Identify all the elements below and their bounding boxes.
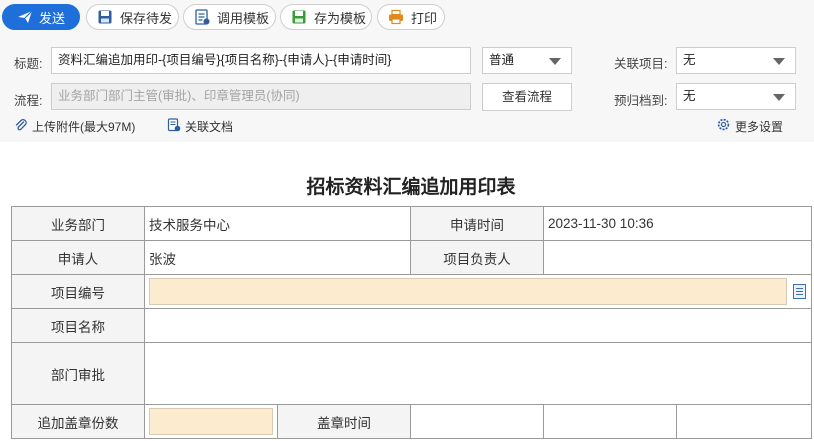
save-template-icon [291,9,307,25]
empty-cell [543,404,677,439]
toolbar: 发送 保存待发 调用模板 存为模板 打印 [0,4,814,30]
dept-label: 业务部门 [11,206,145,241]
project-no-input[interactable] [149,278,787,305]
application-form: 业务部门 技术服务中心 申请时间 2023-11-30 10:36 申请人 张波… [11,206,812,439]
title-label: 标题: [14,57,43,71]
related-project-label: 关联项目: [614,57,668,71]
more-settings-label: 更多设置 [735,119,784,134]
related-docs-label: 关联文档 [185,120,234,134]
related-project-value: 无 [683,53,696,67]
template-icon [194,9,210,25]
empty-cell [676,404,812,439]
list-icon[interactable] [793,284,806,299]
send-icon [17,9,33,25]
dept-value: 技术服务中心 [144,206,411,241]
caret-down-icon [549,58,561,65]
related-docs-link[interactable]: 关联文档 [167,118,233,135]
gear-icon [716,117,731,135]
save-template-label: 存为模板 [314,10,367,26]
form-title: 招标资料汇编追加用印表 [306,177,516,198]
save-template-button[interactable]: 存为模板 [280,4,372,30]
applicant-value: 张波 [144,240,411,275]
save-draft-button[interactable]: 保存待发 [86,4,179,30]
related-doc-icon [167,118,181,135]
paperclip-icon [14,118,28,135]
table-row: 追加盖章份数 盖章时间 [11,404,812,439]
upload-attachment-link[interactable]: 上传附件(最大97M) [14,118,135,135]
more-settings-link[interactable]: 更多设置 [716,117,783,135]
apply-time-label: 申请时间 [410,206,544,241]
send-label: 发送 [38,10,65,26]
flow-label: 流程: [14,94,43,108]
table-row: 业务部门 技术服务中心 申请时间 2023-11-30 10:36 [11,206,812,241]
applicant-label: 申请人 [11,240,145,275]
priority-select[interactable]: 普通 [482,47,572,74]
caret-down-icon [773,58,785,65]
project-lead-label: 项目负责人 [410,240,544,275]
archive-label: 预归档到: [614,94,668,108]
related-project-select[interactable]: 无 [676,47,796,74]
print-button[interactable]: 打印 [377,4,445,30]
project-no-label: 项目编号 [11,274,145,309]
use-template-button[interactable]: 调用模板 [183,4,276,30]
title-input[interactable]: 资料汇编追加用印-{项目编号}{项目名称}-{申请人}-{申请时间} [51,47,471,74]
send-button[interactable]: 发送 [2,4,80,30]
table-row: 部门审批 [11,342,812,405]
print-icon [388,9,404,25]
seal-time-label: 盖章时间 [277,404,411,439]
use-template-label: 调用模板 [217,10,270,26]
dept-approval-value[interactable] [144,342,812,405]
project-name-value[interactable] [144,308,812,343]
project-lead-value[interactable] [543,240,812,275]
caret-down-icon [773,94,785,101]
view-flow-button[interactable]: 查看流程 [482,83,572,111]
flow-input: 业务部门部门主管(审批)、印章管理员(协同) [51,83,471,110]
seal-count-input[interactable] [149,408,273,435]
table-row: 申请人 张波 项目负责人 [11,240,812,275]
seal-count-label: 追加盖章份数 [11,404,145,439]
project-name-label: 项目名称 [11,308,145,343]
archive-value: 无 [683,89,696,103]
priority-value: 普通 [489,53,515,67]
seal-time-value[interactable] [410,404,544,439]
save-draft-label: 保存待发 [120,10,173,26]
apply-time-value: 2023-11-30 10:36 [543,206,812,241]
save-icon [97,9,113,25]
archive-select[interactable]: 无 [676,83,796,110]
upload-attachment-label: 上传附件(最大97M) [32,120,136,134]
print-label: 打印 [411,10,438,26]
table-row: 项目编号 [11,274,812,309]
seal-count-cell [144,404,278,439]
project-no-cell [144,274,812,309]
dept-approval-label: 部门审批 [11,342,145,405]
table-row: 项目名称 [11,308,812,343]
